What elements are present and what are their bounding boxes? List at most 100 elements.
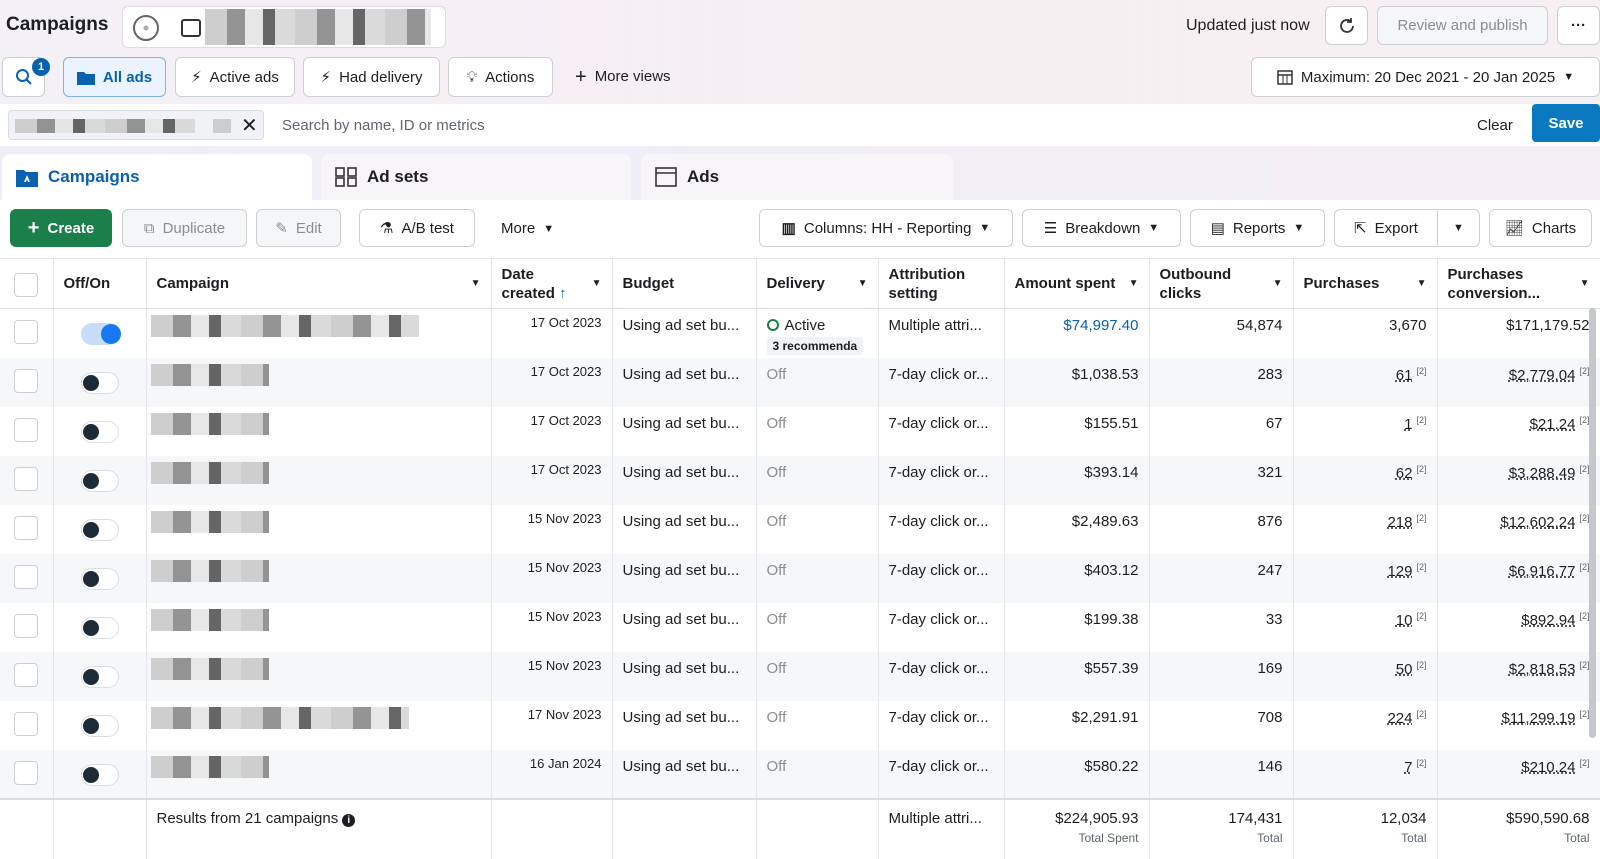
purchases-value[interactable]: 224	[1387, 710, 1412, 727]
filter-chip[interactable]: ✕	[8, 110, 264, 140]
table-row[interactable]: 15 Nov 2023 Using ad set bu... Off 7-day cl…	[0, 553, 1600, 603]
campaign-toggle[interactable]	[80, 616, 119, 639]
row-checkbox[interactable]	[14, 515, 39, 540]
columns-button[interactable]: ▥ Columns: HH - Reporting ▼	[759, 209, 1013, 247]
tab-campaigns[interactable]: Campaigns	[2, 154, 312, 200]
more-button[interactable]: More ▼	[501, 220, 554, 237]
col-purchases-conversion[interactable]: Purchases conversion... ▼	[1437, 258, 1600, 309]
redacted-campaign-name[interactable]	[150, 315, 419, 337]
conversion-value[interactable]: $11,299.19	[1502, 710, 1576, 727]
edit-button[interactable]: ✎ Edit	[256, 209, 341, 247]
table-row[interactable]: 15 Nov 2023 Using ad set bu... Off 7-day cl…	[0, 651, 1600, 701]
col-budget[interactable]: Budget	[612, 258, 757, 309]
campaign-name-cell[interactable]	[146, 651, 492, 701]
campaign-name-cell[interactable]	[146, 602, 492, 652]
campaign-name-cell[interactable]	[146, 406, 492, 456]
row-checkbox[interactable]	[14, 320, 39, 344]
redacted-campaign-name[interactable]	[150, 412, 269, 435]
table-row[interactable]: 15 Nov 2023 Using ad set bu... Off 7-day cl…	[0, 504, 1600, 554]
date-range-picker[interactable]: Maximum: 20 Dec 2021 - 20 Jan 2025 ▼	[1251, 57, 1600, 97]
save-button[interactable]: Save	[1532, 104, 1600, 142]
redacted-campaign-name[interactable]	[150, 461, 269, 484]
tab-ads[interactable]: Ads	[641, 154, 953, 200]
campaign-toggle[interactable]	[80, 518, 119, 541]
clear-button[interactable]: Clear	[1477, 117, 1513, 134]
purchases-value[interactable]: 62	[1396, 465, 1413, 482]
chevron-down-icon[interactable]: ▼	[1273, 274, 1283, 293]
redacted-campaign-name[interactable]	[150, 706, 409, 729]
campaign-toggle[interactable]	[80, 420, 119, 443]
vertical-scrollbar[interactable]	[1589, 308, 1596, 738]
row-checkbox[interactable]	[14, 662, 39, 687]
row-checkbox[interactable]	[14, 760, 39, 785]
conversion-value[interactable]: $2,779.04	[1509, 367, 1576, 384]
col-attribution[interactable]: Attribution setting	[878, 258, 1005, 309]
campaign-toggle[interactable]	[80, 469, 119, 492]
amount-spent-cell[interactable]: $74,997.40	[1004, 308, 1150, 358]
col-date-created[interactable]: Date created ↑ ▼	[491, 258, 613, 309]
info-icon[interactable]: i	[342, 813, 356, 827]
export-dropdown-button[interactable]: ▼	[1437, 209, 1480, 247]
redacted-campaign-name[interactable]	[150, 755, 269, 778]
row-checkbox[interactable]	[14, 368, 39, 393]
export-button[interactable]: ⇱ Export	[1334, 209, 1438, 247]
col-amount-spent[interactable]: Amount spent ▼	[1004, 258, 1150, 309]
purchases-value[interactable]: 61	[1396, 367, 1413, 384]
purchases-value[interactable]: 1	[1404, 416, 1412, 433]
table-row[interactable]: 17 Oct 2023 Using ad set bu... Active 3 rec…	[0, 308, 1600, 358]
campaign-toggle[interactable]	[80, 763, 119, 786]
campaign-toggle[interactable]	[80, 714, 119, 737]
all-ads-view[interactable]: All ads	[63, 57, 166, 97]
chevron-down-icon[interactable]: ▼	[1417, 274, 1427, 293]
account-selector[interactable]	[122, 6, 446, 48]
close-icon[interactable]: ✕	[241, 113, 258, 138]
select-all-checkbox[interactable]	[14, 273, 39, 297]
row-checkbox[interactable]	[14, 417, 39, 442]
campaign-toggle[interactable]	[80, 567, 119, 590]
breakdown-button[interactable]: ☰ Breakdown ▼	[1022, 209, 1181, 247]
chevron-down-icon[interactable]: ▼	[1580, 274, 1590, 293]
refresh-button[interactable]	[1325, 6, 1368, 45]
campaign-toggle[interactable]	[80, 665, 119, 688]
actions-view[interactable]: 💡︎ Actions	[448, 57, 553, 97]
campaign-toggle[interactable]	[80, 371, 119, 394]
row-checkbox[interactable]	[14, 613, 39, 638]
purchases-value[interactable]: 10	[1396, 612, 1413, 629]
campaign-name-cell[interactable]	[146, 455, 492, 505]
redacted-campaign-name[interactable]	[150, 363, 269, 386]
active-ads-view[interactable]: ⚡︎ Active ads	[175, 57, 295, 97]
row-checkbox[interactable]	[14, 564, 39, 589]
conversion-value[interactable]: $3,288.49	[1509, 465, 1576, 482]
row-checkbox[interactable]	[14, 711, 39, 736]
redacted-campaign-name[interactable]	[150, 608, 269, 631]
redacted-campaign-name[interactable]	[150, 559, 269, 582]
review-publish-button[interactable]: Review and publish	[1377, 6, 1548, 45]
table-row[interactable]: 15 Nov 2023 Using ad set bu... Off 7-day cl…	[0, 602, 1600, 652]
campaign-name-cell[interactable]	[146, 749, 492, 799]
conversion-value[interactable]: $210.24	[1521, 759, 1575, 776]
table-row[interactable]: 16 Jan 2024 Using ad set bu... Off 7-day cl…	[0, 749, 1600, 799]
duplicate-button[interactable]: ⧉ Duplicate	[122, 209, 247, 247]
ab-test-button[interactable]: ⚗︎ A/B test	[359, 209, 475, 247]
more-options-button[interactable]: ···	[1557, 6, 1600, 45]
conversion-value[interactable]: $12,602.24	[1500, 514, 1575, 531]
purchases-value[interactable]: 50	[1396, 661, 1413, 678]
conversion-value[interactable]: $892.94	[1521, 612, 1575, 629]
purchases-value[interactable]: 218	[1387, 514, 1412, 531]
campaign-name-cell[interactable]	[146, 700, 492, 750]
conversion-value[interactable]: $21.24	[1530, 416, 1576, 433]
create-button[interactable]: + Create	[10, 209, 112, 247]
table-row[interactable]: 17 Oct 2023 Using ad set bu... Off 7-day cl…	[0, 406, 1600, 456]
col-outbound-clicks[interactable]: Outbound clicks ▼	[1149, 258, 1294, 309]
campaign-name-cell[interactable]	[146, 553, 492, 603]
col-campaign[interactable]: Campaign ▼	[146, 258, 492, 309]
table-row[interactable]: 17 Nov 2023 Using ad set bu... Off 7-day cl…	[0, 700, 1600, 750]
table-row[interactable]: 17 Oct 2023 Using ad set bu... Off 7-day cl…	[0, 357, 1600, 407]
chevron-down-icon[interactable]: ▼	[592, 274, 602, 293]
purchases-value[interactable]: 7	[1404, 759, 1412, 776]
row-checkbox[interactable]	[14, 466, 39, 491]
purchases-value[interactable]: 129	[1387, 563, 1412, 580]
conversion-value[interactable]: $6,916.77	[1509, 563, 1576, 580]
campaign-name-cell[interactable]	[146, 357, 492, 407]
campaign-name-cell[interactable]	[146, 504, 492, 554]
